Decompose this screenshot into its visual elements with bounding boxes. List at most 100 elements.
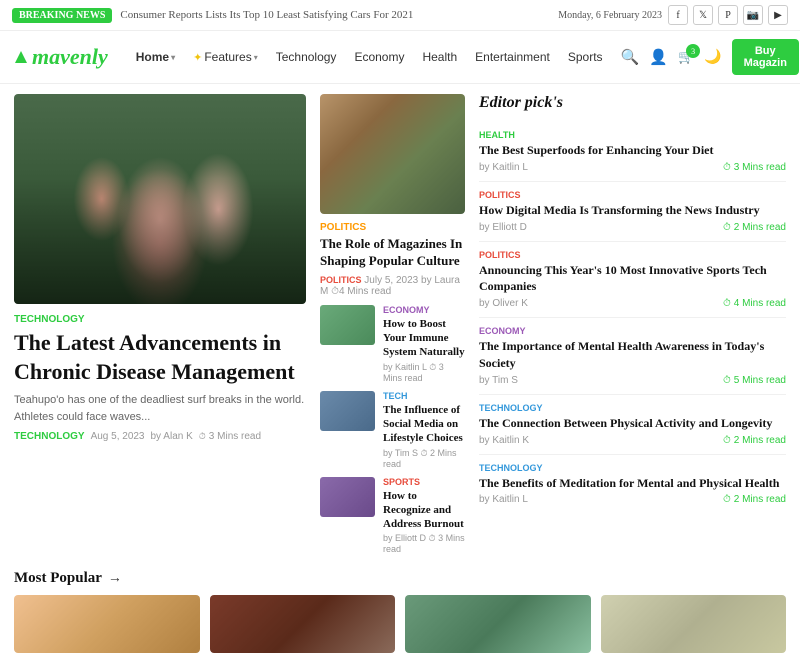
pick-tag: TECHNOLOGY <box>479 463 786 473</box>
pick-tag: TECHNOLOGY <box>479 403 786 413</box>
featured-tag: TECHNOLOGY <box>14 314 306 325</box>
article-content: TECH The Influence of Social Media on Li… <box>383 391 465 469</box>
featured-date: Aug 5, 2023 <box>91 431 145 442</box>
pick-item: ECONOMY The Importance of Mental Health … <box>479 318 786 395</box>
logo-text: mavenly <box>32 44 108 70</box>
most-popular-section: Most Popular → <box>0 564 800 663</box>
cart-count: 3 <box>686 44 700 58</box>
breaking-bar: Breaking News Consumer Reports Lists Its… <box>0 0 800 31</box>
pick-author: by Oliver K <box>479 298 528 309</box>
list-item: SPORTS How to Recognize and Address Burn… <box>320 477 465 555</box>
article-title[interactable]: The Influence of Social Media on Lifesty… <box>383 403 465 446</box>
nav-home[interactable]: Home▾ <box>128 46 183 68</box>
popular-item[interactable] <box>405 595 591 653</box>
article-tag: TECH <box>383 391 465 401</box>
pick-tag: POLITICS <box>479 190 786 200</box>
pick-tag: POLITICS <box>479 250 786 260</box>
top-article-title[interactable]: The Role of Magazines In Shaping Popular… <box>320 236 465 270</box>
nav-sports[interactable]: Sports <box>560 46 611 68</box>
pick-title[interactable]: The Connection Between Physical Activity… <box>479 415 786 432</box>
article-thumbnail <box>320 477 375 517</box>
pick-author: by Kaitlin K <box>479 435 529 446</box>
pick-meta: by Elliott D ⏱ 2 Mins read <box>479 222 786 233</box>
featured-article-image <box>14 94 306 304</box>
dark-mode-icon[interactable]: 🌙 <box>704 49 721 66</box>
article-title[interactable]: How to Boost Your Immune System Naturall… <box>383 317 465 360</box>
article-thumbnail <box>320 305 375 345</box>
main-content: TECHNOLOGY The Latest Advancements in Ch… <box>0 84 800 564</box>
pick-meta: by Kaitlin L ⏱ 3 Mins read <box>479 162 786 173</box>
nav-features[interactable]: ✦Features▾ <box>185 46 266 68</box>
popular-item[interactable] <box>601 595 787 653</box>
middle-column: POLITICS The Role of Magazines In Shapin… <box>320 94 465 554</box>
picks-list: HEALTH The Best Superfoods for Enhancing… <box>479 122 786 513</box>
instagram-icon[interactable]: 📷 <box>743 5 763 25</box>
small-articles-list: ECONOMY How to Boost Your Immune System … <box>320 305 465 555</box>
main-nav: Home▾ ✦Features▾ Technology Economy Heal… <box>128 46 611 68</box>
article-meta: by Tim S ⏱ 2 Mins read <box>383 448 465 469</box>
pick-item: POLITICS How Digital Media Is Transformi… <box>479 182 786 242</box>
featured-author: by Alan K <box>151 431 193 442</box>
featured-meta: TECHNOLOGY Aug 5, 2023 by Alan K ⏱ 3 Min… <box>14 431 306 442</box>
pick-author: by Elliott D <box>479 222 527 233</box>
date-display: Monday, 6 February 2023 <box>558 10 662 21</box>
editor-picks-title: Editor pick's <box>479 94 786 112</box>
pick-title[interactable]: The Importance of Mental Health Awarenes… <box>479 338 786 372</box>
nav-health[interactable]: Health <box>414 46 465 68</box>
pick-read-time: ⏱ 4 Mins read <box>723 298 786 309</box>
top-article-read-time: 4 Mins read <box>339 286 391 297</box>
nav-entertainment[interactable]: Entertainment <box>467 46 558 68</box>
pick-tag: ECONOMY <box>479 326 786 336</box>
facebook-icon[interactable]: f <box>668 5 688 25</box>
top-article-image <box>320 94 465 214</box>
article-meta: by Elliott D ⏱ 3 Mins read <box>383 533 465 554</box>
article-title[interactable]: How to Recognize and Address Burnout <box>383 489 465 532</box>
pick-title[interactable]: The Benefits of Meditation for Mental an… <box>479 475 786 492</box>
most-popular-arrow[interactable]: → <box>108 571 122 587</box>
pick-author: by Tim S <box>479 375 518 386</box>
pick-meta: by Tim S ⏱ 5 Mins read <box>479 375 786 386</box>
article-content: SPORTS How to Recognize and Address Burn… <box>383 477 465 555</box>
search-icon[interactable]: 🔍 <box>621 48 640 67</box>
pick-tag: HEALTH <box>479 130 786 140</box>
twitter-icon[interactable]: 𝕏 <box>693 5 713 25</box>
pick-title[interactable]: How Digital Media Is Transforming the Ne… <box>479 202 786 219</box>
top-article-tag-label: POLITICS <box>320 275 362 285</box>
most-popular-header: Most Popular → <box>14 570 786 587</box>
featured-read-time: ⏱ 3 Mins read <box>199 431 261 442</box>
logo: mavenly <box>14 44 108 70</box>
pinterest-icon[interactable]: P <box>718 5 738 25</box>
breaking-label: Breaking News <box>12 8 112 23</box>
pick-author: by Kaitlin L <box>479 162 528 173</box>
nav-technology[interactable]: Technology <box>268 46 345 68</box>
pick-item: POLITICS Announcing This Year's 10 Most … <box>479 242 786 319</box>
featured-title[interactable]: The Latest Advancements in Chronic Disea… <box>14 329 306 386</box>
article-tag: SPORTS <box>383 477 465 487</box>
popular-item[interactable] <box>14 595 200 653</box>
featured-article-text: TECHNOLOGY The Latest Advancements in Ch… <box>14 304 306 442</box>
top-article-tag: POLITICS <box>320 222 465 233</box>
pick-read-time: ⏱ 3 Mins read <box>723 162 786 173</box>
nav-economy[interactable]: Economy <box>346 46 412 68</box>
pick-item: HEALTH The Best Superfoods for Enhancing… <box>479 122 786 182</box>
top-article-date: July 5, 2023 <box>364 275 418 286</box>
featured-article: TECHNOLOGY The Latest Advancements in Ch… <box>14 94 306 554</box>
featured-tag-label: TECHNOLOGY <box>14 431 85 442</box>
popular-item[interactable] <box>210 595 396 653</box>
social-icons: f 𝕏 P 📷 ▶ <box>668 5 788 25</box>
user-icon[interactable]: 👤 <box>649 48 668 67</box>
pick-title[interactable]: Announcing This Year's 10 Most Innovativ… <box>479 262 786 296</box>
pick-title[interactable]: The Best Superfoods for Enhancing Your D… <box>479 142 786 159</box>
breaking-right: Monday, 6 February 2023 f 𝕏 P 📷 ▶ <box>558 5 788 25</box>
breaking-text: Consumer Reports Lists Its Top 10 Least … <box>120 9 550 21</box>
pick-read-time: ⏱ 5 Mins read <box>723 375 786 386</box>
pick-item: TECHNOLOGY The Benefits of Meditation fo… <box>479 455 786 514</box>
article-tag: ECONOMY <box>383 305 465 315</box>
cart-icon[interactable]: 🛒3 <box>678 49 694 65</box>
youtube-icon[interactable]: ▶ <box>768 5 788 25</box>
top-article-meta: POLITICS July 5, 2023 by Laura M ⏱4 Mins… <box>320 275 465 297</box>
pick-meta: by Kaitlin K ⏱ 2 Mins read <box>479 435 786 446</box>
article-thumbnail <box>320 391 375 431</box>
article-content: ECONOMY How to Boost Your Immune System … <box>383 305 465 383</box>
buy-button[interactable]: Buy Magazin <box>732 39 799 75</box>
